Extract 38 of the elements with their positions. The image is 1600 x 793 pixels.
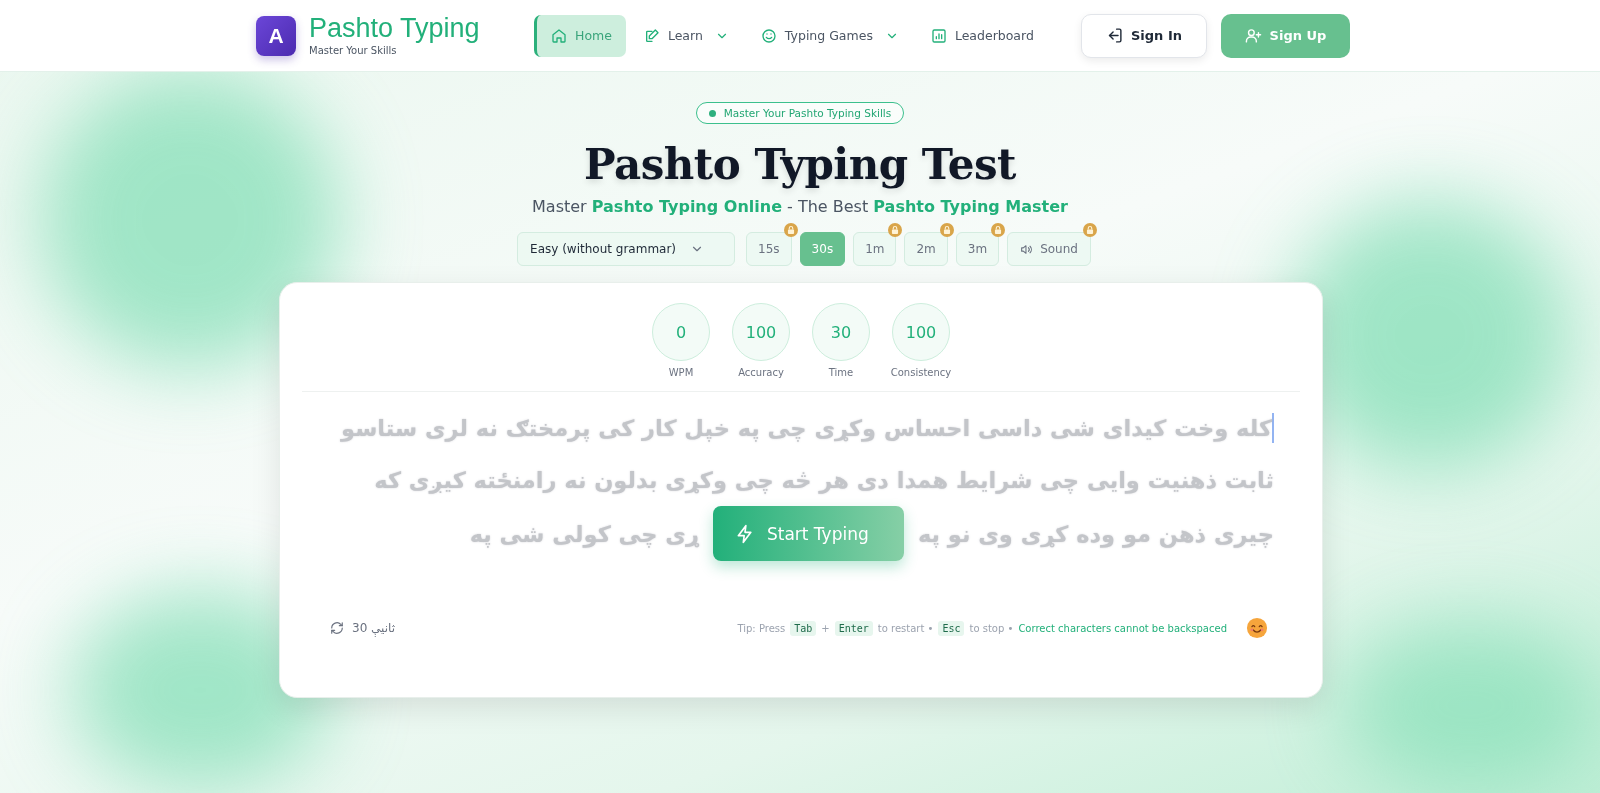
stat-label: WPM	[668, 367, 694, 378]
sign-in-button[interactable]: Sign In	[1081, 13, 1207, 58]
tip-text: Tip: Press	[737, 622, 786, 634]
typing-text: کله وخت کیدای شی داسی احساس وکړی چی په خپل کار کی پرمختګ نه لری ستاسو	[341, 414, 1272, 444]
duration-button[interactable]: 3m	[955, 232, 1000, 266]
stat-label: Time	[828, 367, 854, 378]
typing-text: ثابت ذهنیت وایی چی شرایط همدا دی هر څه چی وکړی بدلون نه رامنځته کیږی که	[374, 466, 1274, 496]
logo-icon[interactable]: A	[256, 15, 296, 56]
tip-text: +	[821, 622, 830, 634]
timer-label: ثانیې 30	[352, 621, 396, 635]
key-label: Tab	[790, 620, 817, 636]
duration-button[interactable]: 2m	[904, 232, 948, 266]
nav-link[interactable]: Typing Games	[746, 14, 913, 57]
tip-note: Correct characters cannot be backspaced	[1018, 622, 1227, 634]
duration-button[interactable]: 1m	[853, 232, 897, 266]
tagline-badge: Master Your Pashto Typing Skills	[695, 102, 905, 124]
brand-tagline: Master Your Skills	[309, 45, 398, 56]
key-label: Esc	[938, 620, 965, 636]
stat-value: 30	[812, 303, 870, 361]
typing-text: ړی چی کولی شی په	[469, 519, 699, 550]
stat-value: 100	[892, 303, 950, 361]
sound-button[interactable]: Sound	[1007, 232, 1091, 266]
nav-link[interactable]: Leaderboard	[916, 14, 1048, 57]
page-subtitle: Master Pashto Typing Online - The Best Pashto Typing Master	[532, 197, 1068, 216]
tip-text: to stop •	[969, 622, 1014, 634]
stat-label: Consistency	[890, 367, 952, 378]
brand-name: Pashto Typing	[309, 15, 480, 42]
nav-link[interactable]: Learn	[629, 14, 743, 57]
typing-text: چیری ذهن مو وده کړی وی نو په	[917, 519, 1274, 550]
key-label: Enter	[834, 620, 873, 636]
tip-text: to restart •	[877, 622, 934, 634]
duration-button[interactable]: 15s	[746, 232, 792, 266]
stat-value: 100	[732, 303, 790, 361]
stat-label: Accuracy	[738, 367, 784, 378]
page-title: Pashto Typing Test	[584, 140, 1016, 189]
difficulty-select[interactable]: Easy (without grammar)	[517, 232, 736, 266]
stat-value: 0	[652, 303, 710, 361]
nav-link[interactable]: Home	[534, 14, 626, 57]
